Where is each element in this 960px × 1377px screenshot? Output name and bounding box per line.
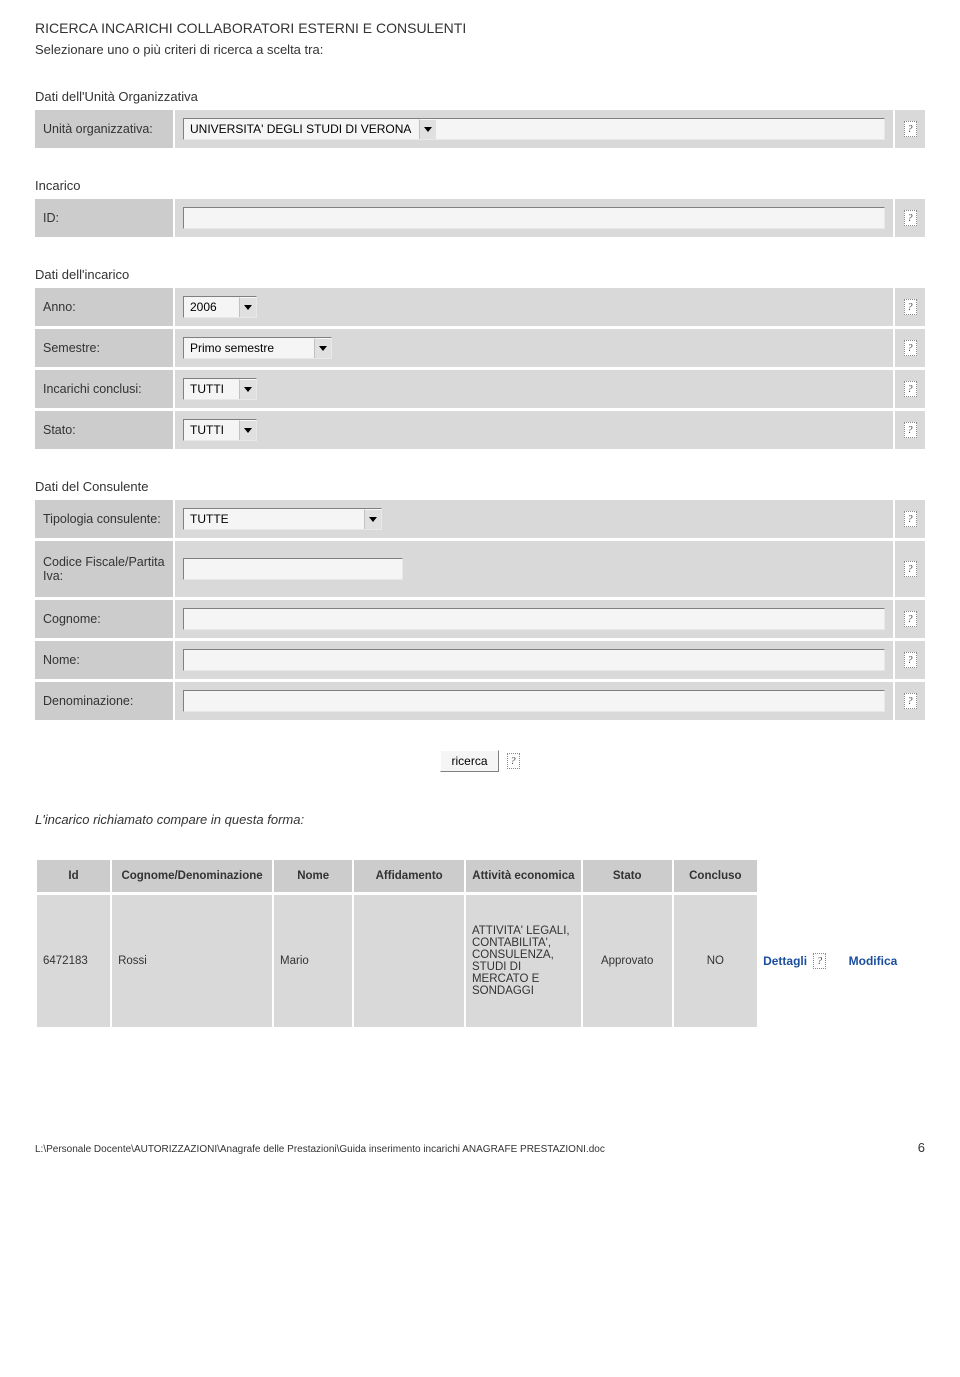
help-icon[interactable]: ?: [904, 422, 917, 438]
help-icon[interactable]: ?: [507, 753, 520, 769]
label-denominazione: Denominazione:: [35, 682, 173, 720]
th-affidamento: Affidamento: [354, 860, 464, 892]
help-icon[interactable]: ?: [904, 561, 917, 577]
section-dati-consulente-heading: Dati del Consulente: [35, 479, 925, 494]
help-icon[interactable]: ?: [904, 511, 917, 527]
footer-path: L:\Personale Docente\AUTORIZZAZIONI\Anag…: [35, 1144, 605, 1155]
label-tipologia: Tipologia consulente:: [35, 500, 173, 538]
help-icon[interactable]: ?: [904, 210, 917, 226]
help-icon[interactable]: ?: [904, 693, 917, 709]
tipologia-dropdown[interactable]: TUTTE: [183, 508, 382, 530]
chevron-down-icon: [239, 420, 256, 440]
chevron-down-icon: [239, 379, 256, 399]
th-concluso: Concluso: [674, 860, 758, 892]
cognome-input[interactable]: [183, 608, 885, 630]
help-icon[interactable]: ?: [904, 381, 917, 397]
stato-dropdown[interactable]: TUTTI: [183, 419, 257, 441]
section-unita-heading: Dati dell'Unità Organizzativa: [35, 89, 925, 104]
semestre-dropdown-value: Primo semestre: [184, 339, 314, 357]
label-incarichi-conclusi: Incarichi conclusi:: [35, 370, 173, 408]
ricerca-button[interactable]: ricerca: [440, 750, 498, 772]
page-title: RICERCA INCARICHI COLLABORATORI ESTERNI …: [35, 20, 925, 36]
modifica-link[interactable]: Modifica: [849, 954, 898, 968]
help-icon[interactable]: ?: [904, 121, 917, 137]
cell-nome: Mario: [274, 895, 352, 1027]
anno-dropdown-value: 2006: [184, 298, 239, 316]
label-stato: Stato:: [35, 411, 173, 449]
cell-affidamento: [354, 895, 464, 1027]
page-subtitle: Selezionare uno o più criteri di ricerca…: [35, 42, 925, 57]
cell-attivita: ATTIVITA' LEGALI, CONTABILITA', CONSULEN…: [466, 895, 581, 1027]
label-id: ID:: [35, 199, 173, 237]
unita-dropdown[interactable]: UNIVERSITA' DEGLI STUDI DI VERONA: [183, 118, 885, 140]
result-intro: L'incarico richiamato compare in questa …: [35, 812, 925, 827]
th-stato: Stato: [583, 860, 672, 892]
th-attivita: Attività economica: [466, 860, 581, 892]
cf-input[interactable]: [183, 558, 403, 580]
cell-cognome: Rossi: [112, 895, 272, 1027]
tipologia-dropdown-value: TUTTE: [184, 510, 364, 528]
incarichi-conclusi-dropdown-value: TUTTI: [184, 380, 239, 398]
page-number: 6: [918, 1140, 925, 1155]
id-input[interactable]: [183, 207, 885, 229]
help-icon[interactable]: ?: [904, 340, 917, 356]
cell-stato: Approvato: [583, 895, 672, 1027]
chevron-down-icon: [239, 297, 256, 317]
help-icon[interactable]: ?: [813, 953, 826, 969]
th-cognome: Cognome/Denominazione: [112, 860, 272, 892]
th-id: Id: [37, 860, 110, 892]
incarichi-conclusi-dropdown[interactable]: TUTTI: [183, 378, 257, 400]
label-cognome: Cognome:: [35, 600, 173, 638]
cell-concluso: NO: [674, 895, 758, 1027]
nome-input[interactable]: [183, 649, 885, 671]
section-incarico-heading: Incarico: [35, 178, 925, 193]
label-unita: Unità organizzativa:: [35, 110, 173, 148]
th-nome: Nome: [274, 860, 352, 892]
unita-dropdown-value: UNIVERSITA' DEGLI STUDI DI VERONA: [184, 120, 419, 138]
semestre-dropdown[interactable]: Primo semestre: [183, 337, 332, 359]
label-semestre: Semestre:: [35, 329, 173, 367]
cell-id: 6472183: [37, 895, 110, 1027]
chevron-down-icon: [314, 338, 331, 358]
chevron-down-icon: [419, 119, 436, 139]
anno-dropdown[interactable]: 2006: [183, 296, 257, 318]
chevron-down-icon: [364, 509, 381, 529]
denominazione-input[interactable]: [183, 690, 885, 712]
label-nome: Nome:: [35, 641, 173, 679]
help-icon[interactable]: ?: [904, 611, 917, 627]
table-row: 6472183 Rossi Mario ATTIVITA' LEGALI, CO…: [37, 895, 923, 1027]
dettagli-link[interactable]: Dettagli: [763, 954, 807, 968]
help-icon[interactable]: ?: [904, 299, 917, 315]
help-icon[interactable]: ?: [904, 652, 917, 668]
label-anno: Anno:: [35, 288, 173, 326]
section-dati-incarico-heading: Dati dell'incarico: [35, 267, 925, 282]
stato-dropdown-value: TUTTI: [184, 421, 239, 439]
result-table: Id Cognome/Denominazione Nome Affidament…: [35, 857, 925, 1030]
label-cf: Codice Fiscale/Partita Iva:: [35, 541, 173, 597]
